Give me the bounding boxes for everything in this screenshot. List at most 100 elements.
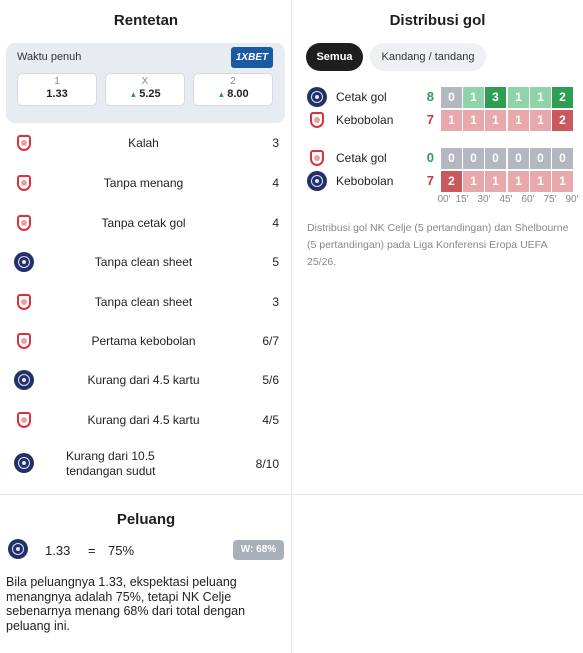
goal-interval-cell: 0 (508, 148, 529, 169)
streak-label: Kalah (128, 136, 159, 150)
streak-value: 5 (272, 255, 279, 269)
odds-away-key: 2 (230, 76, 236, 87)
odds-box: Waktu penuh 1XBET 1 1.33 X ▲ 5.25 2 ▲ 8.00 (6, 43, 285, 123)
minute-tick-label: 75' (543, 194, 557, 205)
goal-interval-cell: 1 (463, 87, 484, 108)
odds-away-value: 8.00 (227, 88, 249, 100)
celje-crest-icon (14, 252, 34, 272)
goal-interval-cell: 1 (463, 171, 484, 192)
odds-draw-button[interactable]: X ▲ 5.25 (105, 73, 185, 106)
probability-odds: 1.33 (45, 543, 71, 558)
streak-row[interactable]: Kalah 3 (0, 124, 292, 162)
goal-row-total: 0 (426, 150, 434, 165)
trend-up-icon: ▲ (217, 90, 226, 99)
goal-interval-cells: 013112 (441, 87, 573, 108)
goal-interval-cell: 1 (485, 171, 506, 192)
goal-interval-cell: 1 (530, 87, 551, 108)
streak-row[interactable]: Tanpa cetak gol 4 (0, 204, 292, 242)
shelbourne-crest-icon (307, 148, 327, 168)
odds-home-button[interactable]: 1 1.33 (17, 73, 97, 106)
minute-tick-label: 90' (565, 194, 579, 205)
shelbourne-crest-icon (14, 213, 34, 233)
celje-crest-icon (8, 539, 28, 559)
streak-row[interactable]: Kurang dari 10.5 tendangan sudut 8/10 (0, 444, 292, 482)
odds-away-button[interactable]: 2 ▲ 8.00 (193, 73, 273, 106)
goal-interval-cell: 0 (552, 148, 573, 169)
goal-interval-cell: 1 (441, 110, 462, 131)
shelbourne-crest-icon (14, 133, 34, 153)
celje-crest-icon (14, 370, 34, 390)
goal-interval-cell: 3 (485, 87, 506, 108)
goal-interval-cell: 1 (530, 171, 551, 192)
streak-row[interactable]: Tanpa clean sheet 3 (0, 283, 292, 321)
goal-row-total: 8 (426, 89, 434, 104)
streak-label: Tanpa clean sheet (94, 295, 193, 309)
goal-row-total: 7 (426, 112, 434, 127)
streak-label: Kurang dari 10.5 tendangan sudut (66, 449, 156, 478)
minute-tick-label: 15' (455, 194, 469, 205)
trend-up-icon: ▲ (129, 90, 138, 99)
bookmaker-logo[interactable]: 1XBET (231, 47, 273, 68)
goal-interval-cell: 0 (441, 148, 462, 169)
streaks-title: Rentetan (113, 12, 179, 29)
odds-draw-value: 5.25 (139, 88, 161, 100)
tab-home-away[interactable]: Kandang / tandang (370, 43, 486, 71)
odds-draw-key: X (141, 76, 149, 87)
probability-equals: = (88, 543, 96, 558)
shelbourne-crest-icon (14, 331, 34, 351)
goal-interval-cell: 0 (485, 148, 506, 169)
streak-row[interactable]: Kurang dari 4.5 kartu 5/6 (0, 361, 292, 399)
minute-axis: 00' 15' 30' 45' 60' 75' 90' (436, 194, 578, 206)
streak-value: 8/10 (255, 457, 279, 471)
goal-distribution-title: Distribusi gol (389, 12, 486, 29)
goal-distribution-row: Cetak gol 8 0 1 3 1 1 2 (292, 86, 583, 108)
streak-row[interactable]: Kurang dari 4.5 kartu 4/5 (0, 401, 292, 439)
probability-title: Peluang (116, 511, 176, 528)
goal-interval-cell: 1 (508, 171, 529, 192)
goal-interval-cell: 0 (441, 87, 462, 108)
streak-row[interactable]: Tanpa clean sheet 5 (0, 243, 292, 281)
streak-value: 3 (272, 295, 279, 309)
celje-crest-icon (307, 87, 327, 107)
shelbourne-crest-icon (14, 173, 34, 193)
minute-tick-label: 30' (477, 194, 491, 205)
goal-interval-cell: 1 (508, 110, 529, 131)
tab-all[interactable]: Semua (306, 43, 363, 71)
goal-interval-cell: 2 (552, 87, 573, 108)
goal-interval-cells: 111112 (441, 110, 573, 131)
win-rate-badge: W: 68% (233, 540, 284, 560)
goal-distribution-row: Cetak gol 0 0 0 0 0 0 0 (292, 147, 583, 169)
streak-value: 3 (272, 136, 279, 150)
empty-panel (292, 494, 583, 653)
odds-home-value: 1.33 (46, 88, 68, 100)
streak-row[interactable]: Tanpa menang 4 (0, 164, 292, 202)
shelbourne-crest-icon (14, 292, 34, 312)
streak-label: Tanpa menang (103, 176, 184, 190)
goal-interval-cells: 000000 (441, 148, 573, 169)
streaks-panel: Rentetan Waktu penuh 1XBET 1 1.33 X ▲ 5.2… (0, 0, 292, 494)
probability-implied: 75% (108, 543, 135, 558)
goal-distribution-row: Kebobolan 7 1 1 1 1 1 2 (292, 109, 583, 131)
probability-row: 1.33 = 75% W: 68% (8, 539, 286, 563)
goal-row-label: Cetak gol (336, 151, 387, 165)
streak-label: Tanpa clean sheet (94, 255, 193, 269)
goal-distribution-panel: Distribusi gol Semua Kandang / tandang C… (292, 0, 583, 494)
shelbourne-crest-icon (14, 410, 34, 430)
goal-interval-cell: 1 (485, 110, 506, 131)
streak-label: Tanpa cetak gol (101, 216, 186, 230)
goal-interval-cell: 0 (530, 148, 551, 169)
probability-description: Bila peluangnya 1.33, ekspektasi peluang… (6, 575, 246, 633)
celje-crest-icon (307, 171, 327, 191)
goal-interval-cell: 1 (508, 87, 529, 108)
streak-row[interactable]: Pertama kebobolan 6/7 (0, 322, 292, 360)
goal-interval-cell: 2 (552, 110, 573, 131)
streak-value: 6/7 (262, 334, 279, 348)
goal-interval-cell: 1 (530, 110, 551, 131)
streak-value: 5/6 (262, 373, 279, 387)
goal-row-label: Cetak gol (336, 90, 387, 104)
minute-tick-label: 60' (521, 194, 535, 205)
goal-interval-cell: 1 (463, 110, 484, 131)
goal-row-total: 7 (426, 173, 434, 188)
streak-label: Kurang dari 4.5 kartu (87, 413, 200, 427)
goal-interval-cell: 0 (463, 148, 484, 169)
